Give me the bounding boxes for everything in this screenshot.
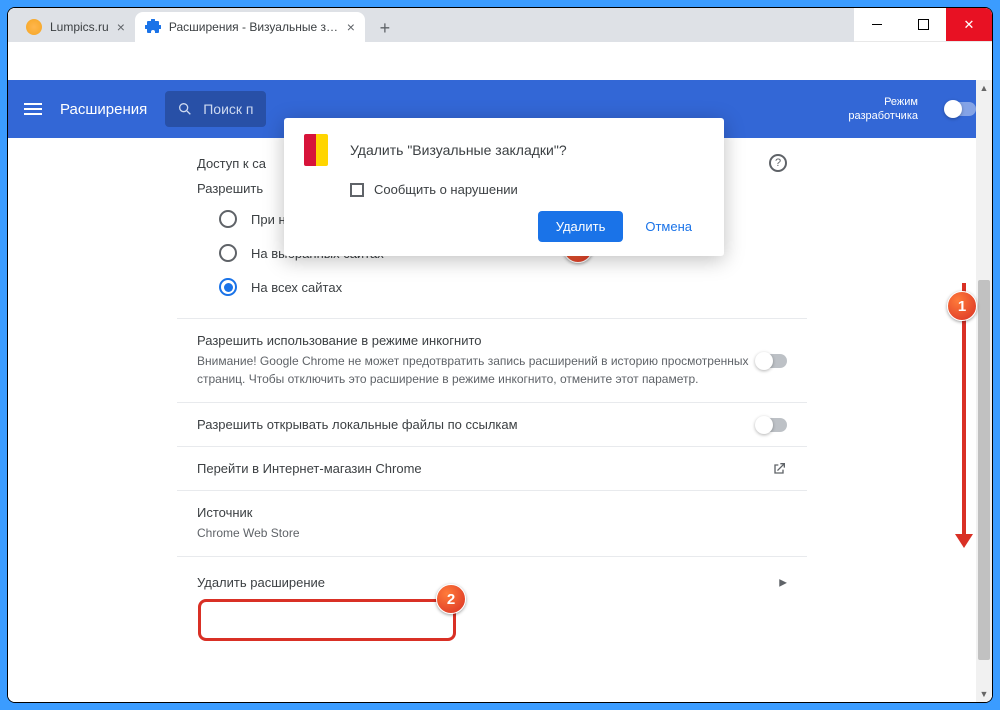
close-icon[interactable]: × — [117, 19, 125, 35]
cancel-button[interactable]: Отмена — [633, 211, 704, 242]
dev-mode-toggle[interactable] — [946, 102, 976, 116]
external-link-icon — [771, 461, 787, 477]
scrollbar[interactable]: ▲ ▼ — [976, 80, 992, 702]
dialog-title: Удалить "Визуальные закладки"? — [350, 142, 567, 158]
maximize-button[interactable] — [900, 8, 946, 41]
close-icon[interactable]: × — [347, 19, 355, 35]
dev-mode-label: Режим разработчика — [848, 95, 918, 124]
minimize-button[interactable] — [854, 8, 900, 41]
extension-icon — [304, 134, 336, 166]
search-placeholder: Поиск п — [203, 101, 253, 117]
incognito-desc: Внимание! Google Chrome не может предотв… — [197, 352, 787, 388]
remove-extension-row[interactable]: Удалить расширение ▶ — [177, 556, 807, 608]
source-label: Источник — [197, 505, 787, 520]
tab-lumpics[interactable]: Lumpics.ru × — [16, 12, 135, 42]
search-extensions[interactable]: Поиск п — [165, 91, 265, 127]
favicon — [26, 19, 42, 35]
tab-title: Lumpics.ru — [50, 20, 109, 34]
menu-icon[interactable] — [24, 103, 42, 115]
confirm-remove-button[interactable]: Удалить — [538, 211, 624, 242]
incognito-title: Разрешить использование в режиме инкогни… — [197, 333, 787, 348]
file-urls-toggle[interactable] — [757, 418, 787, 432]
chevron-right-icon: ▶ — [779, 577, 787, 588]
tab-strip: Lumpics.ru × Расширения - Визуальные зак… — [8, 8, 854, 42]
favicon — [145, 19, 161, 35]
tab-title: Расширения - Визуальные закл — [169, 20, 339, 34]
remove-dialog: Удалить "Визуальные закладки"? Сообщить … — [284, 118, 724, 256]
webstore-link[interactable]: Перейти в Интернет-магазин Chrome — [177, 446, 807, 490]
tab-extensions[interactable]: Расширения - Визуальные закл × — [135, 12, 365, 42]
page-title: Расширения — [60, 101, 147, 118]
report-abuse-checkbox[interactable]: Сообщить о нарушении — [284, 176, 724, 211]
radio-all-sites[interactable]: На всех сайтах — [197, 270, 787, 304]
incognito-toggle[interactable] — [757, 354, 787, 368]
badge-1: 1 — [947, 291, 977, 321]
source-value: Chrome Web Store — [197, 524, 787, 542]
file-urls-label: Разрешить открывать локальные файлы по с… — [197, 417, 787, 432]
badge-2: 2 — [436, 584, 466, 614]
checkbox-icon — [350, 183, 364, 197]
window-close-button[interactable]: ✕ — [946, 8, 992, 41]
new-tab-button[interactable]: + — [371, 14, 399, 42]
scroll-up-icon[interactable]: ▲ — [976, 80, 992, 96]
scrollbar-thumb[interactable] — [978, 280, 990, 660]
help-icon[interactable]: ? — [769, 154, 787, 172]
scroll-down-icon[interactable]: ▼ — [976, 686, 992, 702]
